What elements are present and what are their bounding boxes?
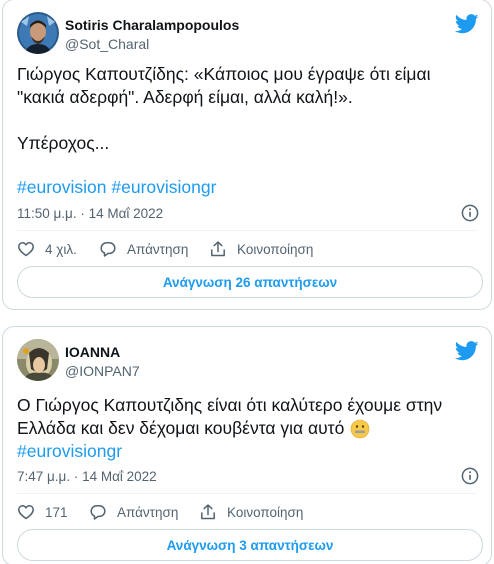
hashtags-row: #eurovision #eurovisiongr [17, 176, 216, 199]
heart-icon [18, 242, 34, 257]
author-name[interactable]: Sotiris Charalampopoulos [65, 17, 239, 33]
author-name[interactable]: IOANNA [65, 344, 120, 360]
avatar[interactable] [17, 339, 59, 381]
heart-icon [18, 505, 34, 520]
reply-action[interactable]: Απάντηση [99, 240, 209, 258]
hashtag-link[interactable]: #eurovisiongr [111, 177, 216, 197]
avatar[interactable] [17, 12, 59, 54]
tweet-text: Ο Γιώργος Καπουτζιδης είναι ότι καλύτερο… [17, 395, 443, 415]
reply-action[interactable]: Απάντηση [89, 503, 199, 521]
hashtag-link[interactable]: #eurovisiongr [17, 441, 122, 461]
comment-icon [100, 242, 116, 257]
tweet-actions: 171 Απάντηση Κοινοποίηση [17, 503, 477, 521]
zipper-mouth-face-emoji [350, 419, 370, 439]
read-replies-button[interactable]: Ανάγνωση 26 απαντήσεων [17, 266, 483, 298]
like-count: 171 [45, 504, 68, 520]
author-handle[interactable]: @IONPAN7 [65, 363, 140, 379]
share-action[interactable]: Κοινοποίηση [199, 503, 303, 521]
share-label: Κοινοποίηση [237, 241, 314, 257]
share-icon [211, 241, 225, 257]
read-replies-button[interactable]: Ανάγνωση 3 απαντήσεων [17, 529, 483, 561]
twitter-bird-icon[interactable] [454, 341, 479, 361]
tweet-timestamp[interactable]: 7:47 μ.μ. · 14 Μαΐ 2022 [17, 469, 157, 484]
tweet-actions: 4 χιλ. Απάντηση Κοινοποίηση [17, 240, 477, 258]
like-count: 4 χιλ. [45, 241, 77, 257]
like-action[interactable]: 171 [17, 503, 89, 521]
tweet-text-line: Ελλάδα και δεν δέχομαι κουβέντα για αυτό [17, 417, 485, 440]
tweet-card: IOANNA @IONPAN7 Ο Γιώργος Καπουτζιδης εί… [2, 326, 492, 564]
share-icon [201, 504, 215, 520]
twitter-bird-icon[interactable] [454, 14, 479, 34]
reply-label: Απάντηση [127, 241, 189, 257]
share-action[interactable]: Κοινοποίηση [209, 240, 313, 258]
like-action[interactable]: 4 χιλ. [17, 240, 99, 258]
info-icon[interactable] [461, 467, 479, 485]
divider [17, 493, 477, 494]
info-icon[interactable] [461, 204, 479, 222]
share-label: Κοινοποίηση [227, 504, 304, 520]
tweet-text-line: Γιώργος Καπουτζίδης: «Κάποιος μου έγραψε… [17, 64, 431, 84]
author-handle[interactable]: @Sot_Charal [65, 36, 149, 52]
reply-label: Απάντηση [117, 504, 179, 520]
divider [17, 230, 477, 231]
hashtags-row: #eurovisiongr [17, 440, 122, 463]
tweet-text: Ελλάδα και δεν δέχομαι κουβέντα για αυτό [17, 418, 345, 438]
tweet-text-line: Υπέροχος... [17, 133, 110, 153]
comment-icon [90, 505, 106, 520]
tweet-card: Sotiris Charalampopoulos @Sot_Charal Γιώ… [2, 0, 492, 310]
tweet-timestamp[interactable]: 11:50 μ.μ. · 14 Μαΐ 2022 [17, 206, 163, 221]
tweet-text-line: "κακιά αδερφή". Αδερφή είμαι, αλλά καλή!… [17, 87, 353, 107]
tweet-text-line: Ο Γιώργος Καπουτζιδης είναι ότι καλύτερο… [17, 394, 485, 417]
hashtag-link[interactable]: #eurovision [17, 177, 107, 197]
